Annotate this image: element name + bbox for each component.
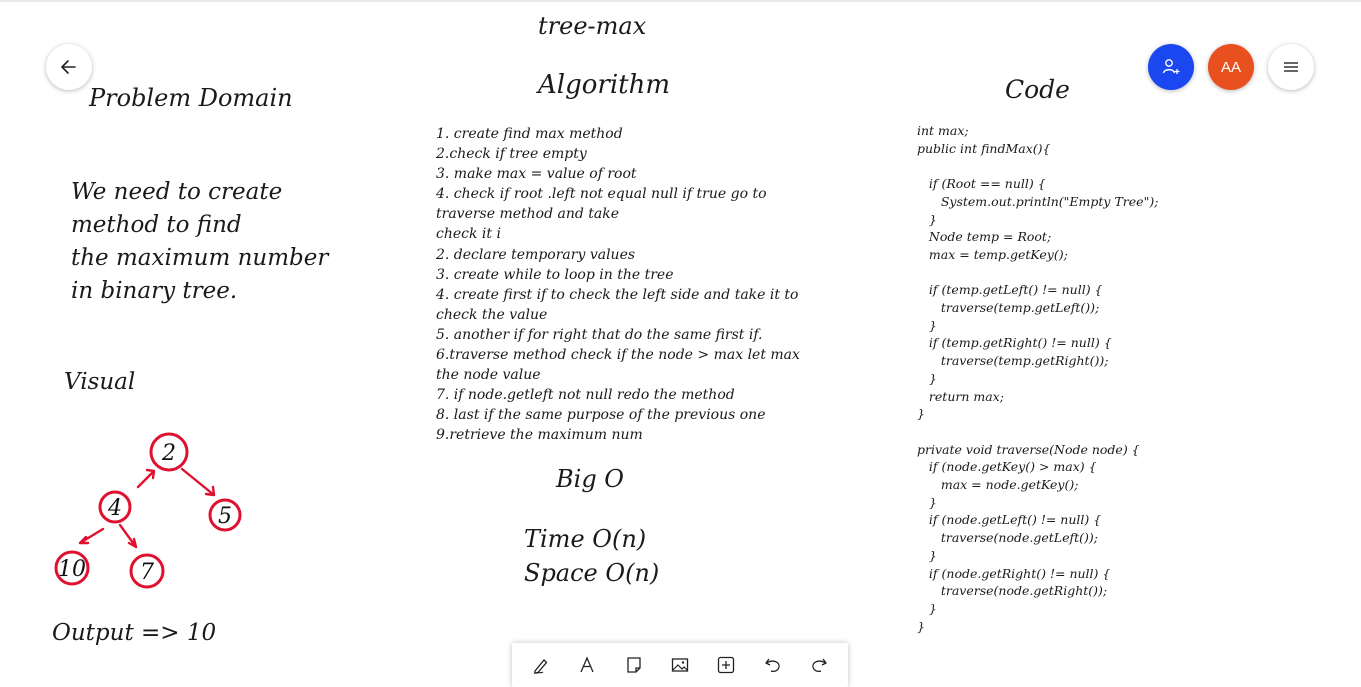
sticky-note-icon [627, 657, 641, 673]
image-tool-button[interactable] [662, 647, 698, 683]
big-o-heading: Big O [556, 465, 624, 493]
tree-node-label: 4 [107, 496, 122, 521]
problem-line: method to find [71, 212, 242, 238]
code-line: } [917, 317, 937, 333]
code-line: } [917, 547, 937, 563]
code-line: max = node.getKey(); [917, 477, 1079, 493]
time-complexity: Time O(n) [524, 525, 647, 553]
complexity-block: Time O(n) Space O(n) [524, 522, 659, 590]
code-heading: Code [1005, 75, 1070, 104]
problem-line: We need to create [71, 179, 283, 205]
code-line: if (node.getLeft() != null) { [917, 512, 1102, 528]
code-line: Node temp = Root; [917, 229, 1052, 245]
code-line: System.out.println("Empty Tree"); [917, 193, 1159, 209]
drawing-toolbar [512, 643, 848, 687]
tree-node-label: 2 [161, 441, 176, 466]
algorithm-line: 8. last if the same purpose of the previ… [436, 407, 766, 424]
algorithm-line: 9.retrieve the maximum num [436, 427, 643, 444]
binary-tree-diagram: 2 4 5 10 7 [54, 432, 242, 589]
sticky-note-tool-button[interactable] [616, 647, 652, 683]
code-line: } [917, 370, 937, 386]
pen-tool-button[interactable] [523, 647, 559, 683]
undo-icon [764, 658, 780, 673]
redo-button[interactable] [801, 647, 837, 683]
visual-heading: Visual [64, 369, 136, 395]
text-icon [580, 656, 595, 673]
algorithm-line: 3. create while to loop in the tree [436, 266, 674, 283]
code-line: traverse(node.getRight()); [917, 583, 1108, 599]
code-line: max = temp.getKey(); [917, 246, 1068, 262]
add-person-icon [1162, 59, 1180, 74]
avatar-initials: AA [1220, 58, 1241, 76]
output-text: Output => 10 [52, 620, 217, 646]
code-line: } [917, 618, 925, 634]
problem-domain-heading: Problem Domain [89, 84, 293, 112]
algorithm-line: 5. another if for right that do the same… [436, 326, 763, 343]
code-line: if (node.getKey() > max) { [917, 459, 1097, 475]
hamburger-menu-icon [1284, 62, 1298, 72]
algorithm-line: 4. create first if to check the left sid… [436, 286, 799, 303]
code-line: } [917, 211, 937, 227]
code-line: if (temp.getLeft() != null) { [917, 282, 1103, 298]
algorithm-line: 7. if node.getleft not null redo the met… [436, 387, 735, 404]
redo-icon [812, 658, 827, 673]
code-line: if (Root == null) { [917, 176, 1046, 192]
code-line: if (temp.getRight() != null) { [917, 335, 1112, 351]
user-avatar[interactable]: AA [1208, 44, 1254, 90]
algorithm-line: the node value [436, 367, 541, 384]
text-tool-button[interactable] [569, 647, 605, 683]
board-title: tree-max [538, 12, 647, 40]
tree-node-label: 5 [218, 504, 232, 529]
menu-button[interactable] [1268, 44, 1314, 90]
code-line: public int findMax(){ [917, 140, 1051, 156]
code-line: return max; [917, 388, 1004, 404]
back-button[interactable] [46, 44, 92, 90]
top-border [0, 0, 1361, 2]
tree-node-label: 10 [58, 557, 86, 582]
code-line: private void traverse(Node node) { [917, 441, 1140, 457]
code-line: int max; [917, 123, 969, 138]
problem-line: the maximum number [71, 245, 329, 271]
code-line: traverse(node.getLeft()); [917, 530, 1098, 546]
share-button[interactable] [1148, 44, 1194, 90]
code-line: traverse(temp.getLeft()); [917, 300, 1100, 315]
tree-node-label: 7 [140, 560, 154, 585]
space-complexity: Space O(n) [524, 559, 660, 587]
code-line: if (node.getRight() != null) { [917, 565, 1111, 581]
add-icon [718, 656, 735, 674]
add-tool-button[interactable] [708, 647, 744, 683]
code-line: } [917, 494, 937, 510]
algorithm-line: 3. make max = value of root [436, 166, 637, 183]
problem-description: We need to create method to find the max… [71, 176, 391, 308]
algorithm-line: traverse method and take [436, 206, 620, 223]
undo-button[interactable] [755, 647, 791, 683]
algorithm-line: 2.check if tree empty [436, 146, 587, 163]
algorithm-line: 1. create find max method [436, 126, 623, 142]
algorithm-steps: 1. create find max method 2.check if tre… [436, 124, 856, 446]
algorithm-heading: Algorithm [538, 70, 670, 100]
image-icon [671, 658, 689, 672]
pen-icon [533, 659, 548, 674]
code-line: traverse(temp.getRight()); [917, 353, 1109, 369]
algorithm-line: 6.traverse method check if the node > ma… [436, 347, 800, 364]
arrow-left-icon [61, 60, 76, 74]
problem-line: in binary tree. [71, 278, 238, 304]
code-line: } [917, 600, 937, 616]
algorithm-line: 2. declare temporary values [436, 246, 636, 263]
algorithm-line: check the value [436, 306, 548, 323]
code-block: int max; public int findMax(){ if (Root =… [917, 122, 1158, 635]
code-line: } [917, 406, 925, 422]
algorithm-line: 4. check if root .left not equal null if… [436, 186, 767, 203]
algorithm-line: check it i [436, 226, 501, 243]
